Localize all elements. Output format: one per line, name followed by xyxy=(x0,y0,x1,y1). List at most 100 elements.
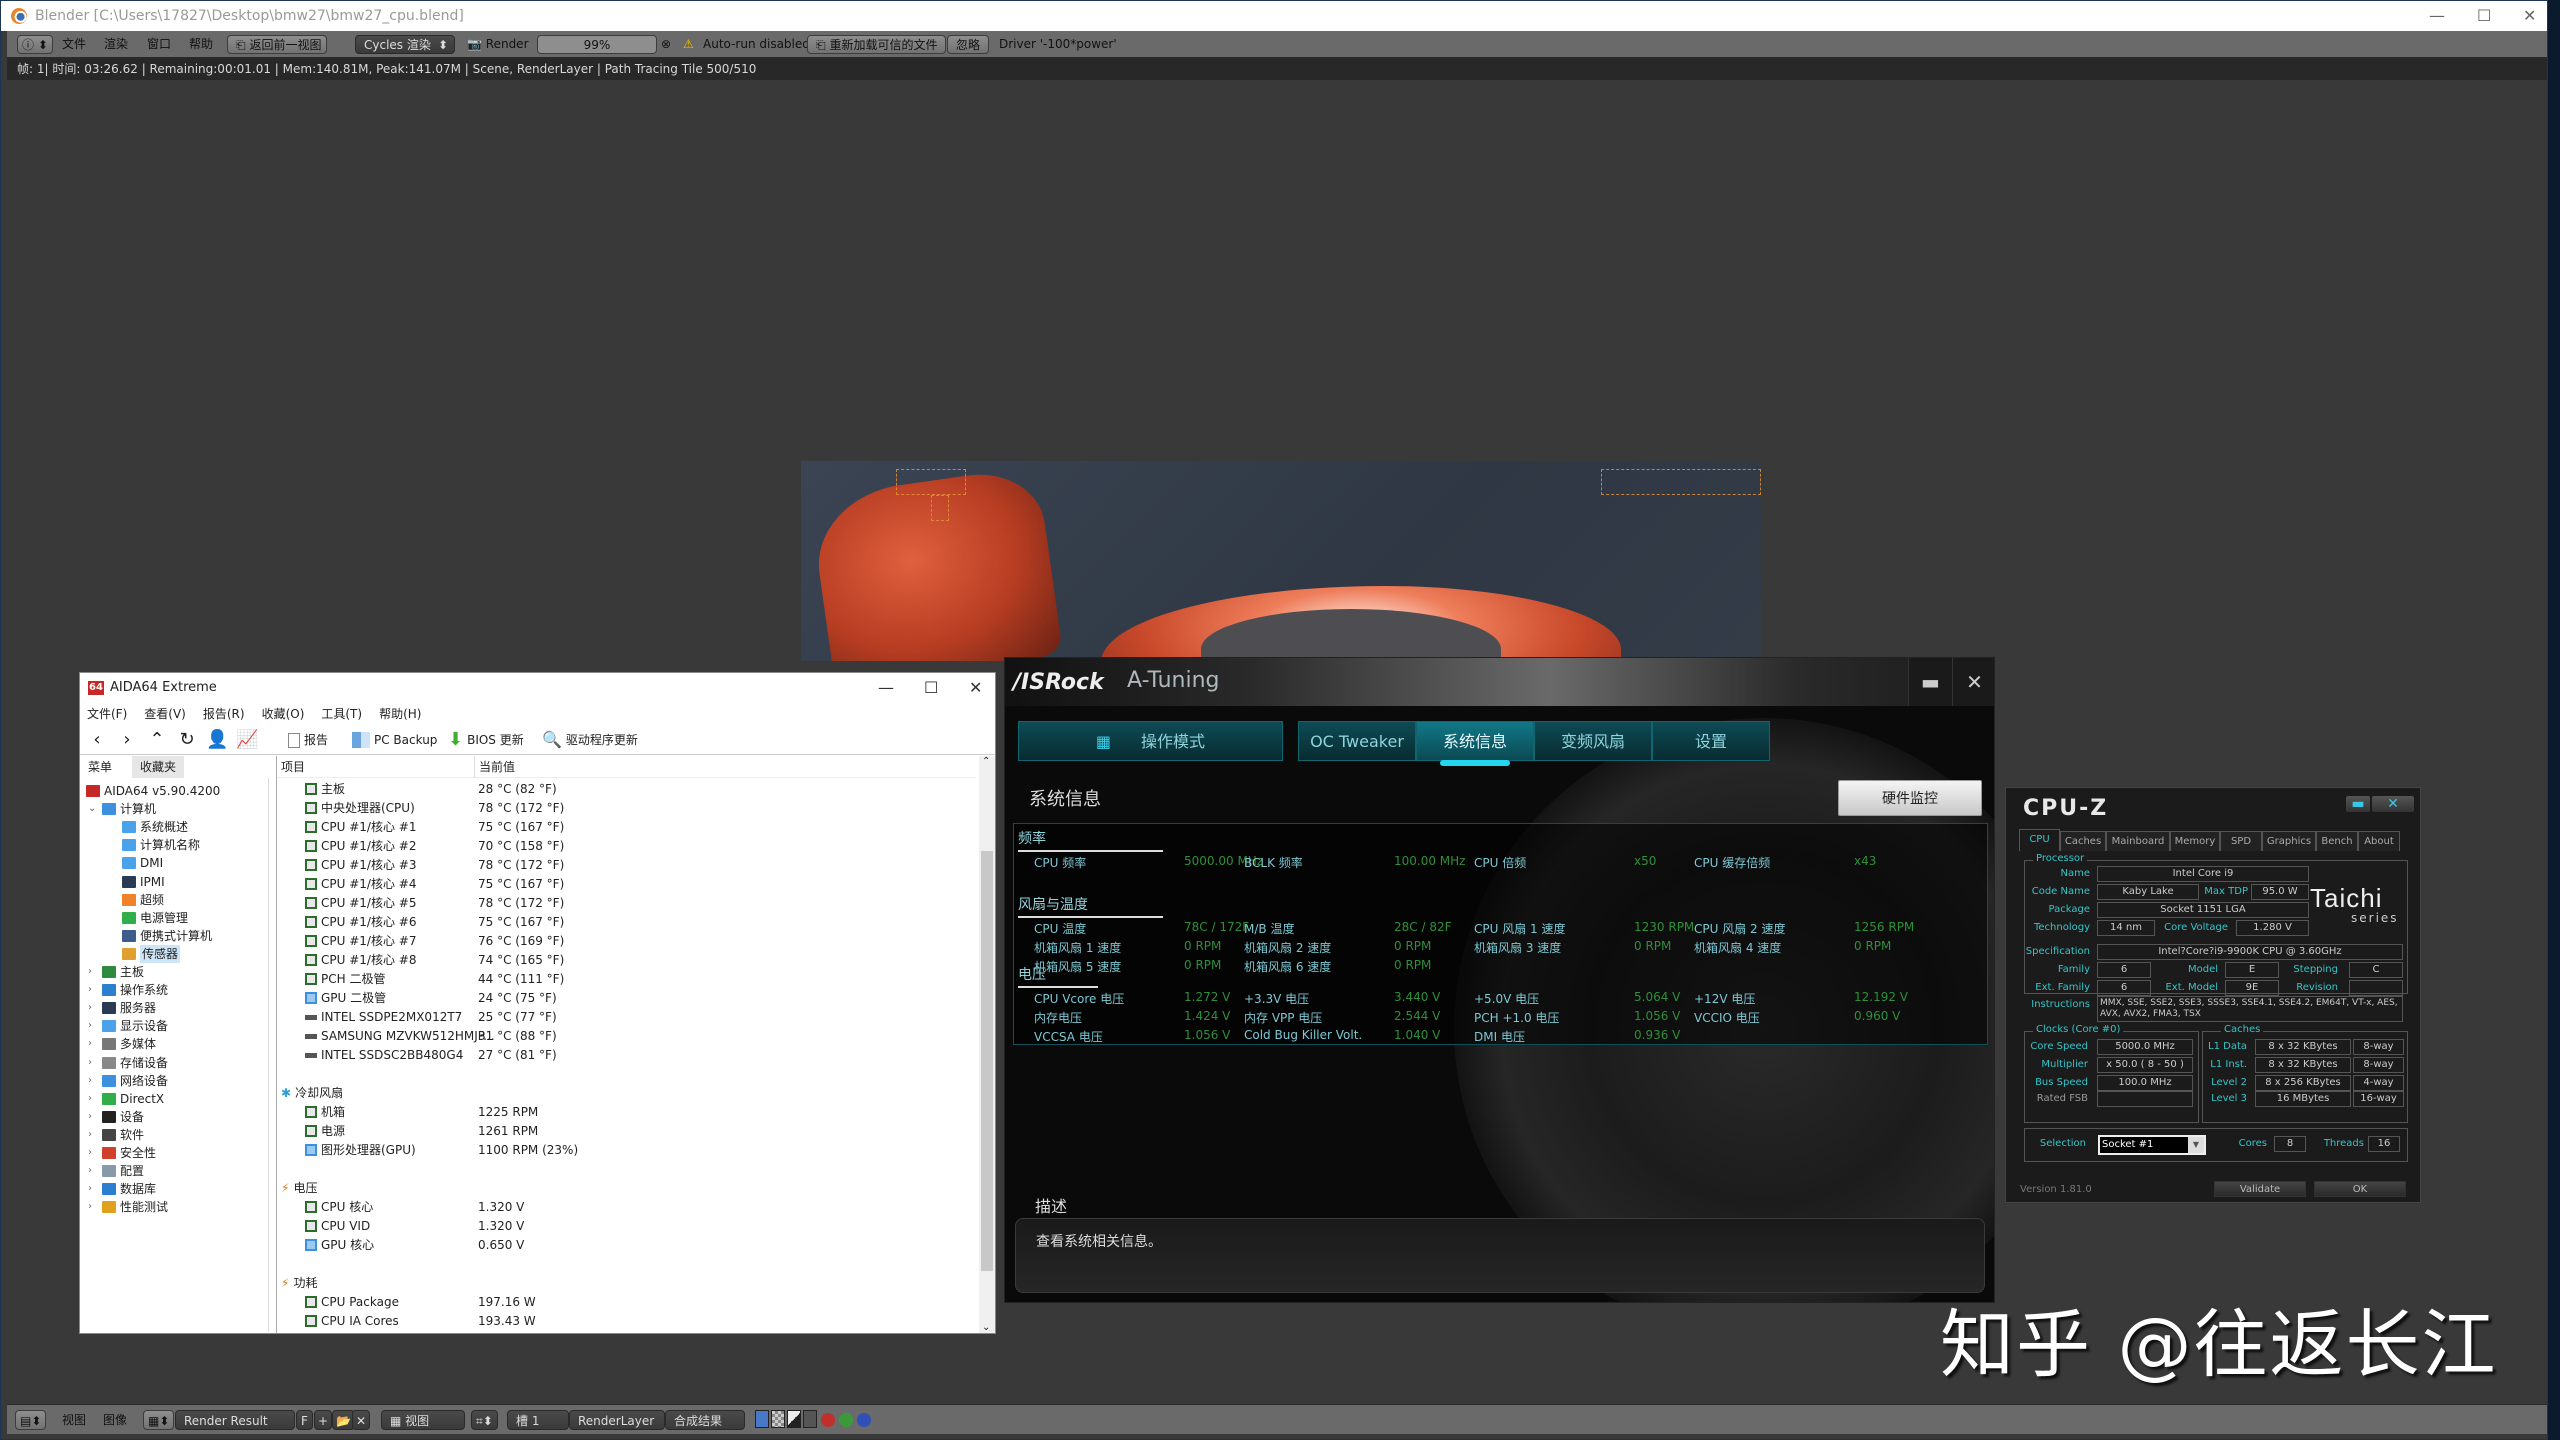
sensor-row[interactable]: CPU #1/核心 #4 75 °C (167 °F) xyxy=(277,875,967,893)
fake-user-button[interactable]: F xyxy=(296,1410,313,1430)
tab-mainboard[interactable]: Mainboard xyxy=(2106,831,2170,851)
sensor-row[interactable]: CPU #1/核心 #6 75 °C (167 °F) xyxy=(277,913,967,931)
chevron-right-icon[interactable]: › xyxy=(88,1126,98,1144)
chevron-right-icon[interactable]: › xyxy=(88,1198,98,1216)
tab-bench[interactable]: Bench xyxy=(2316,831,2358,851)
tree-item[interactable]: › 软件 xyxy=(88,1126,144,1144)
chevron-down-icon[interactable]: ⌄ xyxy=(88,800,98,818)
ignore-button[interactable]: 忽略 xyxy=(947,35,990,54)
tab-system-info[interactable]: 系统信息 xyxy=(1416,721,1534,766)
tree-item[interactable]: 计算机名称 xyxy=(122,836,200,854)
blue-channel-icon[interactable] xyxy=(857,1413,871,1427)
tab-oc-tweaker[interactable]: OC Tweaker xyxy=(1298,721,1416,761)
sensor-row[interactable]: 主板 28 °C (82 °F) xyxy=(277,780,967,798)
ok-button[interactable]: OK xyxy=(2314,1181,2406,1197)
chart-icon[interactable]: 📈 xyxy=(236,730,258,750)
sensor-row[interactable]: CPU #1/核心 #7 76 °C (169 °F) xyxy=(277,932,967,950)
hardware-monitor-button[interactable]: 硬件监控 xyxy=(1838,780,1982,816)
sensor-row[interactable]: GPU 二极管 24 °C (75 °F) xyxy=(277,989,967,1007)
tree-item[interactable]: › 配置 xyxy=(88,1162,144,1180)
menu-file[interactable]: 文件(F) xyxy=(87,703,127,725)
bios-update-button[interactable]: ⬇ BIOS 更新 xyxy=(448,725,524,755)
render-engine-select[interactable]: Cycles 渲染 ⬍ xyxy=(355,35,455,54)
render-layer-select[interactable]: RenderLayer xyxy=(569,1410,665,1430)
close-icon[interactable]: ✕ xyxy=(969,673,982,703)
tree-item[interactable]: › 设备 xyxy=(88,1108,144,1126)
sensor-row[interactable]: GPU 核心 0.650 V xyxy=(277,1236,967,1254)
menu-image[interactable]: 图像 xyxy=(103,1410,127,1430)
z-buffer-icon[interactable] xyxy=(787,1410,801,1428)
chevron-right-icon[interactable]: › xyxy=(88,963,98,981)
tab-cpu[interactable]: CPU xyxy=(2019,829,2060,851)
tree-item[interactable]: › 存储设备 xyxy=(88,1054,168,1072)
menu-view[interactable]: 视图 xyxy=(62,1410,86,1430)
tab-spd[interactable]: SPD xyxy=(2220,831,2262,851)
new-image-icon[interactable]: + xyxy=(314,1410,333,1430)
display-channels-icon[interactable] xyxy=(803,1410,817,1428)
tab-operation-mode[interactable]: ▦ 操作模式 xyxy=(1018,721,1283,761)
sensor-row[interactable]: CPU VID 1.320 V xyxy=(277,1217,967,1235)
scroll-up-icon[interactable]: ⌃ xyxy=(982,756,990,767)
tab-caches[interactable]: Caches xyxy=(2060,831,2106,851)
tree-item[interactable]: › 服务器 xyxy=(88,999,156,1017)
tree-item[interactable]: › 主板 xyxy=(88,963,144,981)
column-item[interactable]: 项目 xyxy=(281,756,305,778)
info-editor-type-button[interactable]: ⓘ ⬍ xyxy=(17,35,53,54)
menu-file[interactable]: 文件 xyxy=(62,35,86,54)
tab-fan-tuning[interactable]: 变频风扇 xyxy=(1534,721,1652,761)
column-value[interactable]: 当前值 xyxy=(474,756,515,778)
render-pass-select[interactable]: 合成结果 xyxy=(665,1410,745,1430)
menu-window[interactable]: 窗口 xyxy=(147,35,171,54)
image-name-field[interactable]: Render Result xyxy=(175,1410,295,1430)
menu-help[interactable]: 帮助(H) xyxy=(379,703,421,725)
socket-select[interactable]: Socket #1 ▼ xyxy=(2098,1135,2206,1155)
user-icon[interactable]: 👤 xyxy=(206,730,228,750)
close-icon[interactable]: ✕ xyxy=(2372,796,2414,812)
sensor-row[interactable]: 电源 1261 RPM xyxy=(277,1122,967,1140)
unlink-image-icon[interactable]: ✕ xyxy=(352,1410,371,1430)
render-button[interactable]: 📷 Render xyxy=(467,35,529,54)
chevron-right-icon[interactable]: › xyxy=(88,1180,98,1198)
tree-item[interactable]: › 显示设备 xyxy=(88,1017,168,1035)
validate-button[interactable]: Validate xyxy=(2214,1181,2306,1197)
maximize-icon[interactable]: ☐ xyxy=(924,673,938,703)
chevron-right-icon[interactable]: › xyxy=(88,1090,98,1108)
tab-favorites[interactable]: 收藏夹 xyxy=(132,756,185,778)
tree-item[interactable]: › DirectX xyxy=(88,1090,164,1108)
chevron-right-icon[interactable]: › xyxy=(88,981,98,999)
tree-item[interactable]: 便携式计算机 xyxy=(122,927,212,945)
draw-alpha-icon[interactable] xyxy=(755,1410,769,1428)
pc-backup-button[interactable]: PC Backup xyxy=(352,725,437,755)
chevron-right-icon[interactable]: › xyxy=(88,1072,98,1090)
tab-memory[interactable]: Memory xyxy=(2170,831,2220,851)
reload-trusted-button[interactable]: ⎗ 重新加载可信的文件 xyxy=(807,35,947,54)
back-icon[interactable]: ‹ xyxy=(86,730,108,750)
tree-item[interactable]: › 网络设备 xyxy=(88,1072,168,1090)
forward-icon[interactable]: › xyxy=(116,730,138,750)
tree-item[interactable]: AIDA64 v5.90.4200 xyxy=(86,782,220,800)
red-channel-icon[interactable] xyxy=(821,1413,835,1427)
menu-view[interactable]: 查看(V) xyxy=(144,703,186,725)
chevron-right-icon[interactable]: › xyxy=(88,1162,98,1180)
tab-settings[interactable]: 设置 xyxy=(1652,721,1770,761)
alpha-only-icon[interactable] xyxy=(771,1410,785,1428)
scroll-thumb[interactable] xyxy=(981,851,993,1271)
tree-item[interactable]: › 多媒体 xyxy=(88,1035,156,1053)
tree-item[interactable]: 传感器 xyxy=(122,944,181,963)
chevron-right-icon[interactable]: › xyxy=(88,1035,98,1053)
scroll-down-icon[interactable]: ⌄ xyxy=(982,1322,990,1333)
sensor-row[interactable]: CPU 核心 1.320 V xyxy=(277,1198,967,1216)
editor-type-button[interactable]: ▤⬍ xyxy=(15,1410,47,1430)
sensor-row[interactable]: CPU #1/核心 #1 75 °C (167 °F) xyxy=(277,818,967,836)
back-to-previous-button[interactable]: ⎗ 返回前一视图 xyxy=(227,35,327,54)
sensor-row[interactable]: SAMSUNG MZVKW512HMJP... 31 °C (88 °F) xyxy=(277,1027,967,1045)
sensor-row[interactable]: CPU #1/核心 #3 78 °C (172 °F) xyxy=(277,856,967,874)
minimize-icon[interactable]: — xyxy=(878,673,894,703)
tree-item[interactable]: › 操作系统 xyxy=(88,981,168,999)
sensor-row[interactable]: INTEL SSDSC2BB480G4 27 °C (81 °F) xyxy=(277,1046,967,1064)
menu-favorites[interactable]: 收藏(O) xyxy=(262,703,305,725)
menu-help[interactable]: 帮助 xyxy=(189,35,213,54)
driver-update-button[interactable]: 🔍 驱动程序更新 xyxy=(542,725,638,755)
menu-render[interactable]: 渲染 xyxy=(104,35,128,54)
sensor-row[interactable]: INTEL SSDPE2MX012T7 25 °C (77 °F) xyxy=(277,1008,967,1026)
